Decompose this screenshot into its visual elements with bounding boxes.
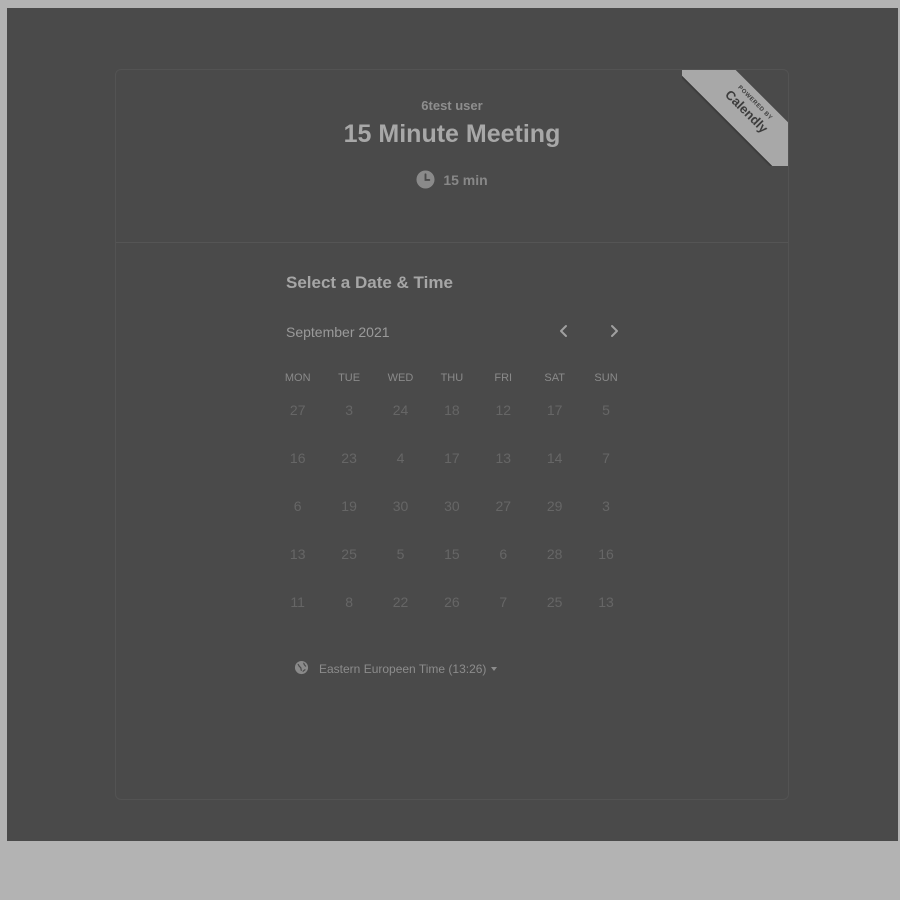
calendar-day: 25 [341,546,357,562]
calendar-day: 13 [289,546,306,562]
globe-icon [294,660,309,678]
weekday-tue: TUE [338,372,361,384]
timezone-selector[interactable]: Eastern Europeen Time (13:26) [294,660,498,678]
clock-icon [416,170,435,189]
calendar-day: 7 [602,450,610,466]
calendar-day: 27 [495,498,512,514]
calendar-day: 13 [598,594,614,610]
weekday-fri: FRI [494,372,513,384]
calendar-day: 3 [602,498,610,514]
calendar-day: 12 [495,402,512,418]
powered-by-ribbon[interactable]: POWERED BY Calendly [682,70,788,166]
weekday-sun: SUN [594,372,618,384]
calendar-day: 16 [289,450,306,466]
calendar-day: 29 [546,498,563,514]
calendar-day: 25 [546,594,563,610]
calendar-day: 23 [341,450,357,466]
calendar-day: 18 [444,402,460,418]
caret-down-icon [491,667,498,671]
event-duration: 15 min [116,170,788,189]
weekday-mon: MON [284,372,311,384]
calendar-day: 27 [289,402,306,418]
calendar-day: 5 [396,546,405,562]
calendar-day: 5 [602,402,610,418]
next-month-button[interactable] [604,323,624,343]
calendar-day: 13 [495,450,512,466]
calendar-day: 3 [345,402,353,418]
section-title: Select a Date & Time [286,273,453,292]
weekday-header: MON TUE WED THU FRI SAT SUN [272,372,632,384]
page-overlay: 6test user 15 Minute Meeting 15 min POWE… [7,8,898,841]
calendar-day: 26 [444,594,460,610]
weekday-wed: WED [387,372,414,384]
calendar-day: 16 [598,546,614,562]
calendar-day: 15 [444,546,460,562]
weekday-sat: SAT [544,372,565,384]
calendar-day: 6 [293,498,302,514]
chevron-left-icon [558,324,570,343]
day-grid: 27 3 24 18 12 17 5 16 23 4 17 13 14 7 6 19 30 30 27 29 3 13 25… [272,398,632,638]
prev-month-button[interactable] [554,323,574,343]
calendar-day: 24 [392,402,409,418]
timezone-label: Eastern Europeen Time (13:26) [319,662,487,676]
calendar-day: 7 [499,594,508,610]
duration-label: 15 min [443,171,488,188]
calendar-day: 30 [392,498,409,514]
booking-card: 6test user 15 Minute Meeting 15 min POWE… [115,69,789,800]
weekday-thu: THU [440,372,464,384]
calendar-day: 14 [546,450,563,466]
calendar-day: 17 [546,402,563,418]
calendar-day: 17 [444,450,460,466]
calendly-badge[interactable]: POWERED BY Calendly [682,70,788,166]
calendar-day: 19 [341,498,357,514]
calendar-day: 8 [345,594,353,610]
month-label: September 2021 [286,324,390,340]
calendar-day: 11 [290,594,305,610]
calendar-day: 4 [396,450,405,466]
calendar-day: 28 [546,546,563,562]
calendar-day: 22 [392,594,409,610]
chevron-right-icon [608,324,620,343]
calendar-day: 30 [444,498,460,514]
calendar-day: 6 [499,546,508,562]
powered-by-label: POWERED BY [736,84,774,122]
